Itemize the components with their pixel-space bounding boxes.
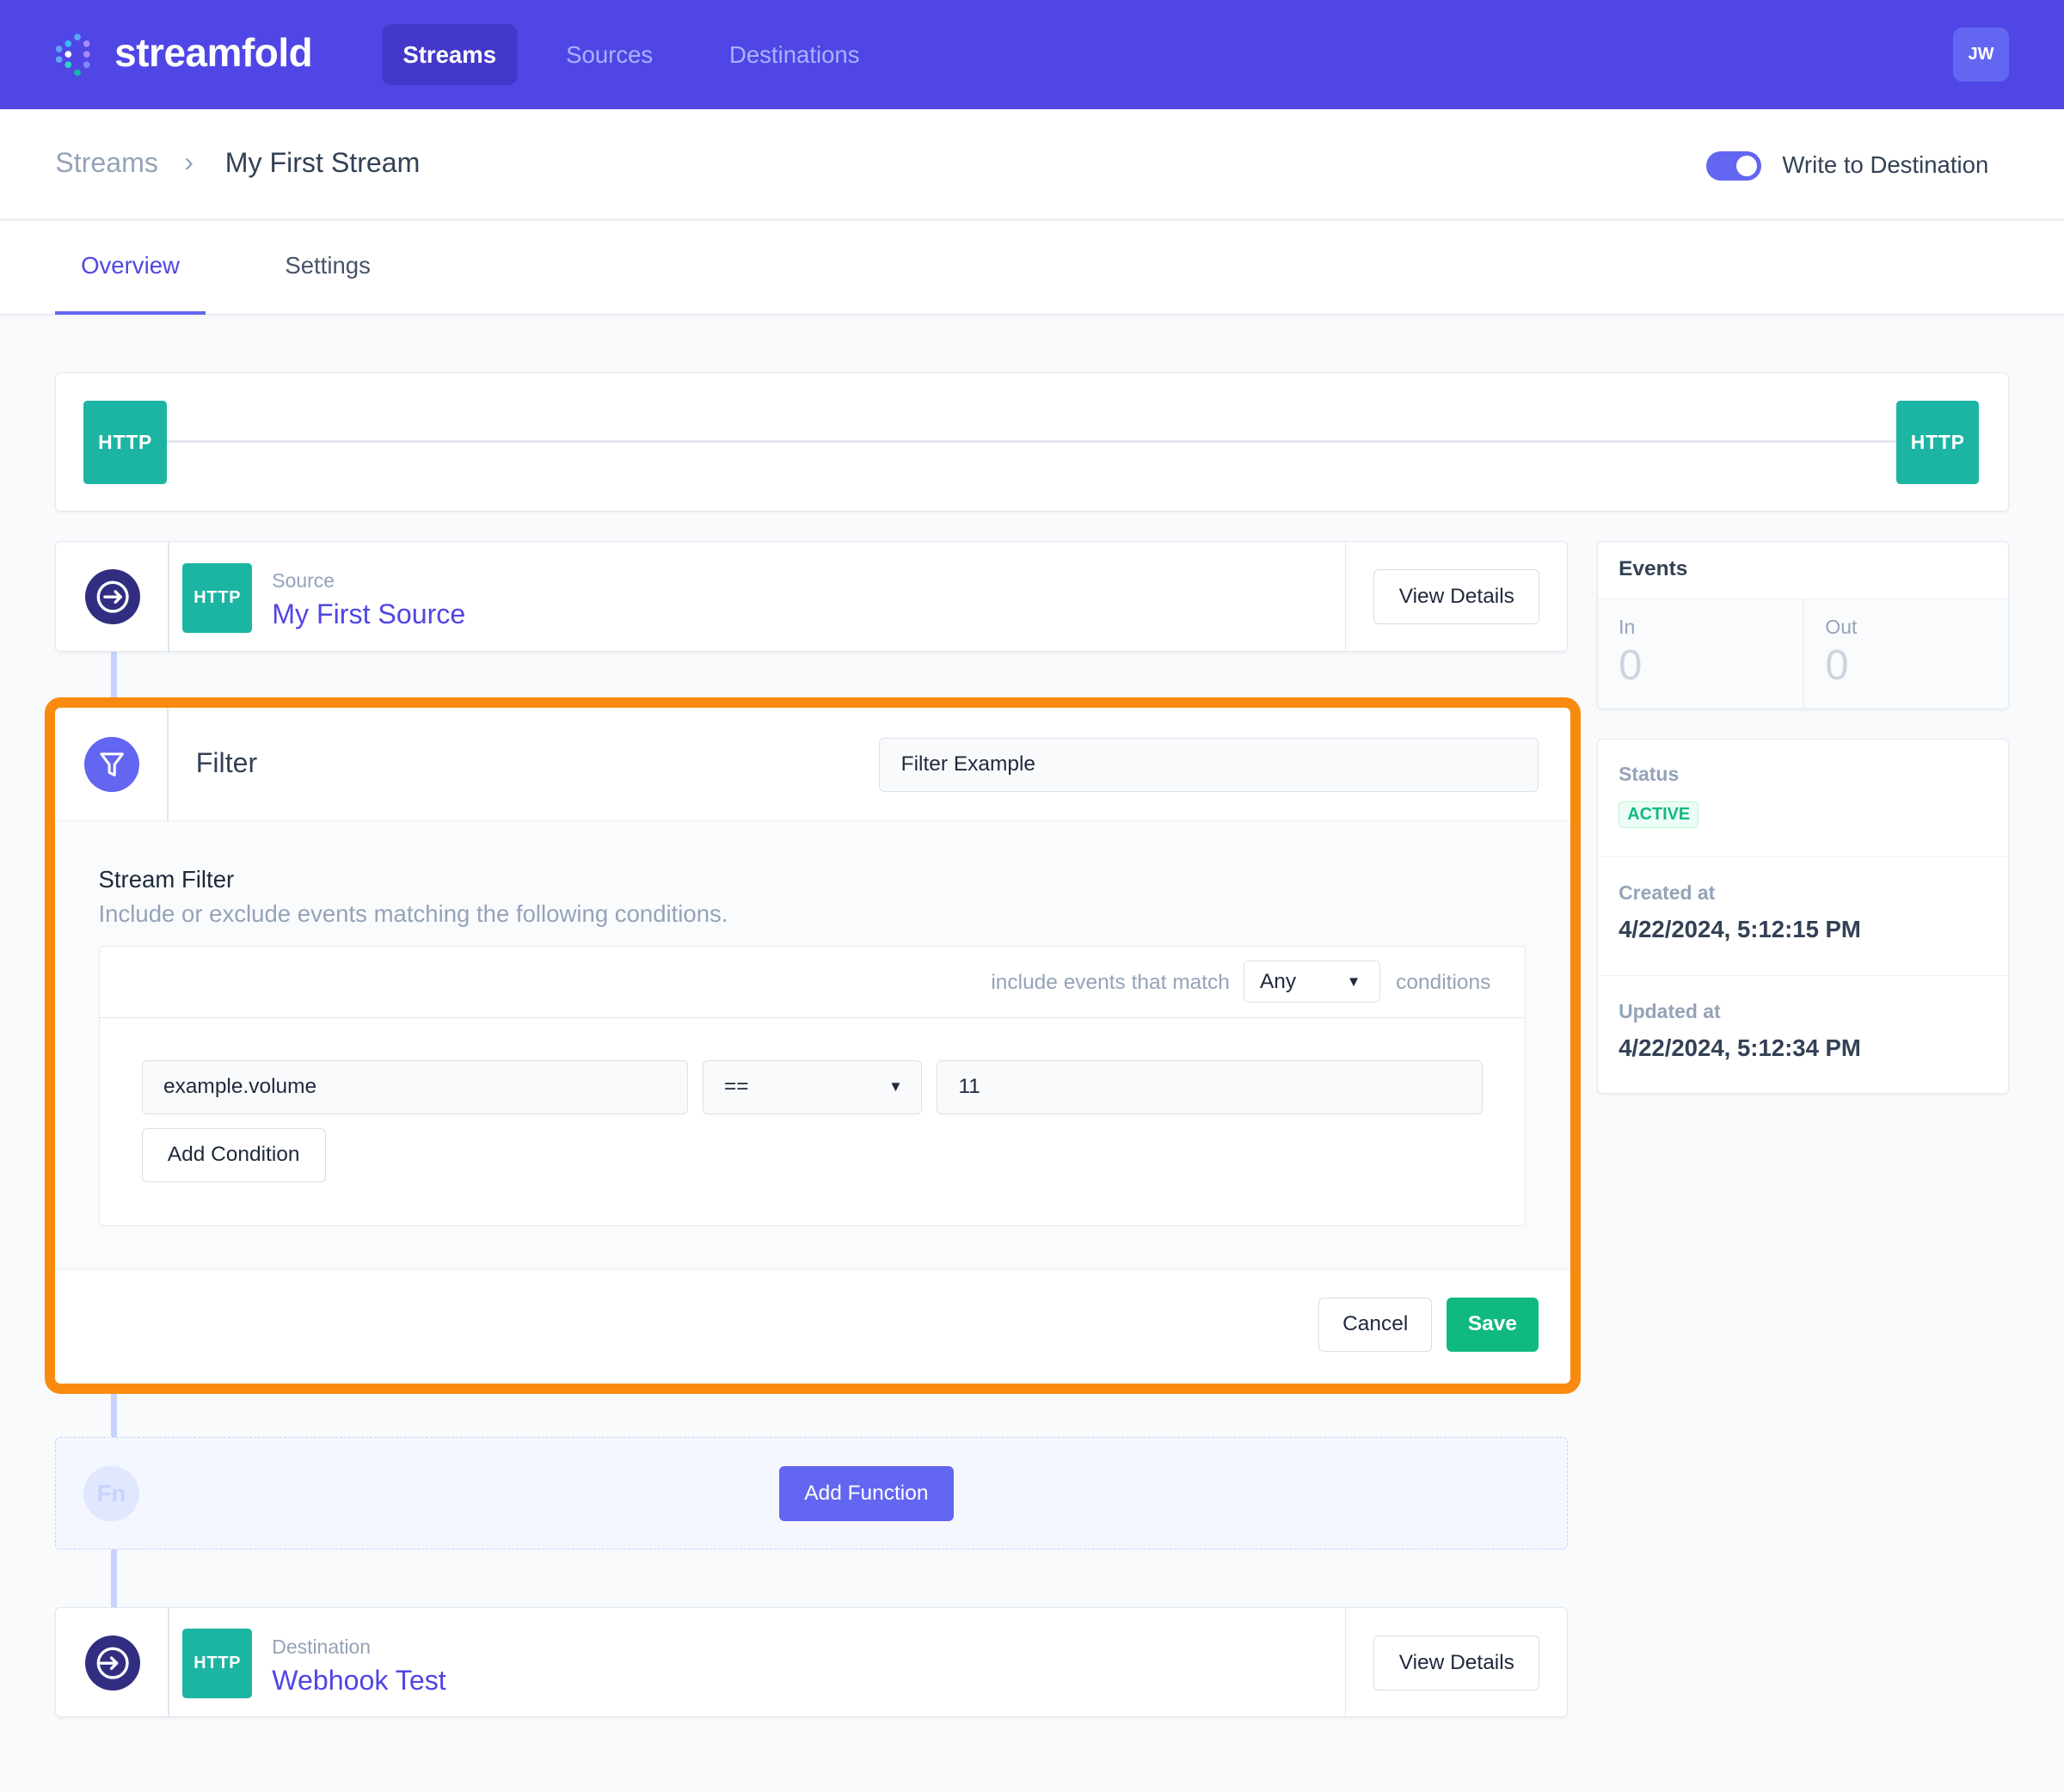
add-function-button[interactable]: Add Function [778, 1465, 955, 1521]
page-title: My First Stream [224, 147, 421, 179]
filter-card-highlight: Filter Filter Example Stream Filter Incl… [45, 697, 1582, 1394]
breadcrumb-chevron-icon: › [184, 145, 194, 177]
top-nav-bar: streamfold Streams Sources Destinations … [0, 0, 2064, 110]
user-avatar[interactable]: JW [1953, 28, 2009, 82]
app: streamfold Streams Sources Destinations … [0, 0, 2064, 1792]
events-out-value: 0 [1825, 642, 1849, 690]
events-in-value: 0 [1619, 642, 1643, 690]
filter-body: Stream Filter Include or exclude events … [55, 820, 1570, 1269]
save-button[interactable]: Save [1446, 1297, 1539, 1352]
condition-operator-select[interactable]: == ▼ [702, 1059, 923, 1114]
destination-http-badge: HTTP [182, 1629, 253, 1699]
filter-funnel-icon [83, 736, 139, 793]
logo-text[interactable]: streamfold [114, 29, 313, 76]
pipeline-destination-badge[interactable]: HTTP [1896, 401, 1980, 484]
destination-kind-label: Destination [272, 1636, 372, 1658]
stream-filter-description: Include or exclude events matching the f… [98, 899, 728, 927]
nav-streams[interactable]: Streams [381, 23, 518, 86]
write-to-destination-toggle[interactable] [1705, 151, 1761, 181]
cancel-button[interactable]: Cancel [1318, 1297, 1433, 1352]
source-name-link[interactable]: My First Source [272, 598, 465, 630]
dropdown-caret-icon: ▼ [1346, 973, 1361, 990]
source-card: HTTP Source My First Source View Details [55, 541, 1568, 653]
toggle-knob [1735, 155, 1758, 177]
pipeline-overview: HTTP HTTP [55, 372, 2009, 512]
destination-card: HTTP Destination Webhook Test View Detai… [55, 1606, 1568, 1719]
updated-at-value: 4/22/2024, 5:12:34 PM [1619, 1034, 1861, 1061]
breadcrumb-bar: Streams › My First Stream Write to Desti… [0, 109, 2064, 222]
tab-settings[interactable]: Settings [258, 221, 397, 315]
tab-bar: Overview Settings [0, 221, 2064, 315]
stream-filter-title: Stream Filter [98, 865, 235, 893]
events-title: Events [1619, 557, 1688, 581]
status-card: Status ACTIVE Created at 4/22/2024, 5:12… [1596, 738, 2009, 1094]
nav-sources[interactable]: Sources [545, 24, 674, 86]
filter-header: Filter Filter Example [55, 708, 1570, 821]
condition-value-input[interactable]: 11 [936, 1059, 1484, 1114]
condition-operator-value: == [724, 1074, 749, 1098]
breadcrumb-streams[interactable]: Streams [55, 147, 158, 179]
connector [110, 1549, 118, 1607]
connector [110, 1392, 118, 1438]
status-label: Status [1619, 763, 1680, 786]
tab-overview[interactable]: Overview [55, 221, 206, 315]
match-mode-value: Any [1259, 969, 1297, 993]
events-card: Events In 0 Out 0 [1596, 541, 2009, 709]
dropdown-caret-icon: ▼ [888, 1077, 903, 1095]
match-suffix-label: conditions [1396, 970, 1491, 994]
status-badge: ACTIVE [1619, 801, 1699, 828]
match-prefix-label: include events that match [991, 970, 1230, 994]
destination-name-link[interactable]: Webhook Test [272, 1665, 445, 1697]
pipeline-line [166, 440, 1900, 444]
filter-title: Filter [195, 747, 258, 779]
created-at-label: Created at [1619, 881, 1716, 904]
created-at-value: 4/22/2024, 5:12:15 PM [1619, 915, 1861, 942]
fn-icon: Fn [83, 1465, 139, 1521]
add-function-slot: Fn Add Function [55, 1437, 1568, 1550]
destination-arrow-icon [84, 1636, 141, 1691]
streamfold-logo-icon [56, 34, 90, 77]
events-out-label: Out [1825, 615, 1858, 638]
source-arrow-icon [84, 569, 141, 625]
source-kind-label: Source [272, 569, 335, 592]
filter-name-input[interactable]: Filter Example [879, 738, 1539, 793]
source-view-details-button[interactable]: View Details [1373, 569, 1540, 625]
events-in-label: In [1619, 615, 1636, 638]
destination-view-details-button[interactable]: View Details [1373, 1636, 1540, 1691]
write-to-destination-label: Write to Destination [1782, 151, 1989, 178]
updated-at-label: Updated at [1619, 999, 1721, 1022]
condition-field-input[interactable]: example.volume [141, 1059, 688, 1114]
source-http-badge: HTTP [182, 562, 253, 633]
conditions-box: include events that match Any ▼ conditio… [98, 946, 1526, 1227]
match-mode-select[interactable]: Any ▼ [1243, 960, 1380, 1003]
pipeline-source-badge[interactable]: HTTP [83, 401, 167, 484]
nav-destinations[interactable]: Destinations [708, 24, 881, 86]
add-condition-button[interactable]: Add Condition [141, 1128, 326, 1183]
